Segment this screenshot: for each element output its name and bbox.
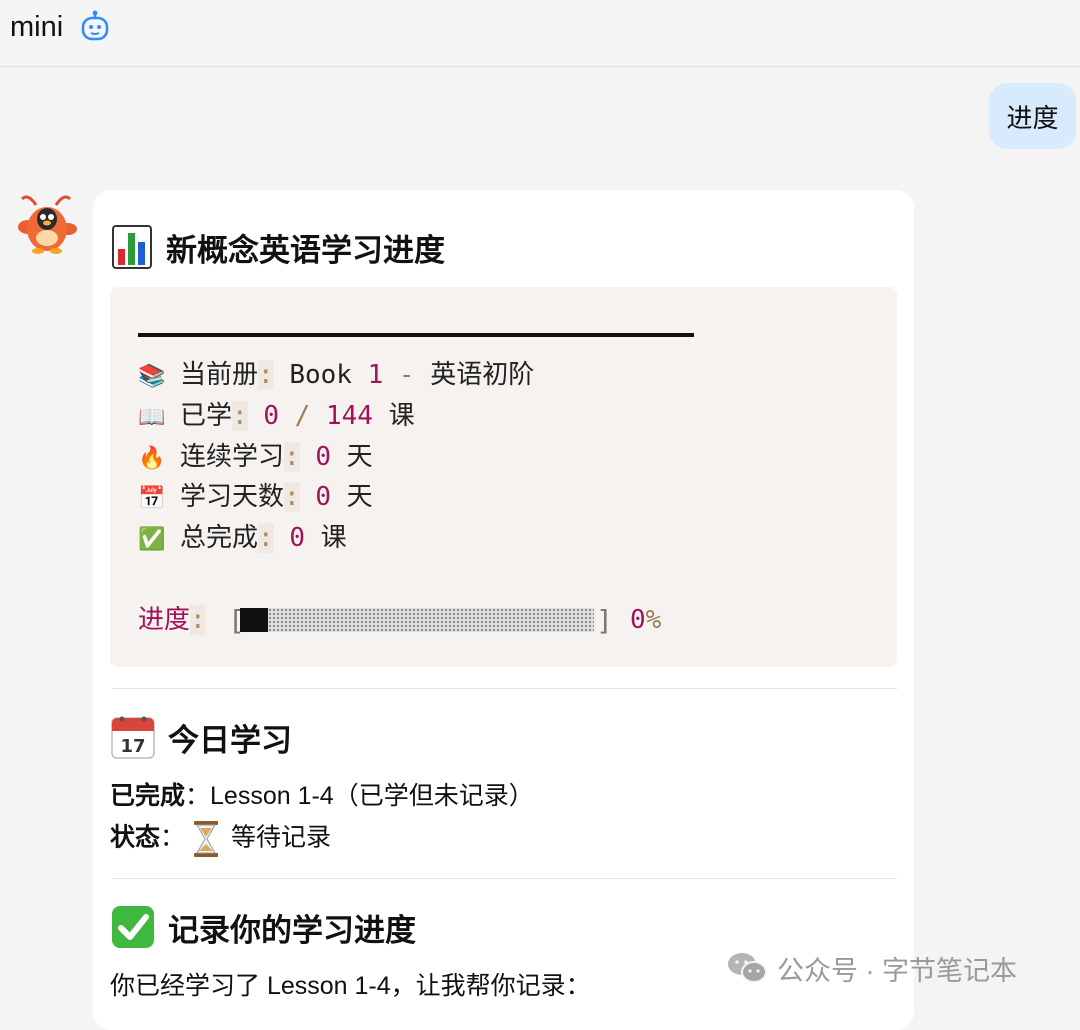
today-title-text: 今日学习	[168, 722, 292, 758]
stat-line: 📖 已学: 0 / 144 课	[138, 400, 415, 434]
stat-value-part: 课	[304, 523, 347, 553]
status-label: 状态	[110, 823, 161, 852]
stat-label: 连续学习	[180, 442, 285, 472]
progress-percent: 0%	[630, 602, 661, 638]
svg-text:17: 17	[120, 736, 145, 757]
progress-bracket-right: ]	[596, 604, 613, 637]
watermark: 公众号 · 字节笔记本	[727, 948, 1017, 988]
stat-line: 📅 学习天数: 0 天	[138, 481, 373, 515]
separator-line	[138, 333, 694, 337]
today-status-line: 状态： 等待记录	[110, 820, 331, 858]
section-divider	[112, 688, 897, 689]
progress-bar-track	[240, 608, 594, 632]
stat-label: 当前册	[180, 360, 259, 390]
robot-icon	[81, 10, 109, 41]
top-bar: mini	[0, 0, 1080, 67]
stat-label: 总完成	[180, 523, 259, 553]
stat-emoji-icon: 🔥	[138, 446, 166, 471]
progress-bar: [ ]	[228, 604, 613, 637]
user-message-bubble: 进度	[989, 83, 1076, 149]
stat-label: 学习天数	[180, 482, 285, 512]
stat-value-part: 英语初阶	[430, 360, 535, 390]
progress-percent-number: 0	[630, 605, 646, 635]
hourglass-icon	[194, 821, 219, 857]
today-section-title: 17 今日学习	[110, 712, 292, 762]
bar-chart-icon	[112, 225, 152, 269]
assistant-avatar	[18, 195, 77, 254]
progress-colon: :	[190, 605, 206, 635]
completed-label: 已完成	[110, 782, 186, 810]
stat-value-part: 1	[367, 360, 384, 390]
status-separator: ：	[160, 823, 186, 852]
status-value: 等待记录	[231, 823, 332, 852]
stat-line: 📚 当前册: Book 1 - 英语初阶	[138, 359, 534, 393]
progress-title-text: 新概念英语学习进度	[166, 232, 445, 268]
watermark-text: 公众号 · 字节笔记本	[777, 955, 1017, 986]
stat-emoji-icon: ✅	[138, 527, 166, 552]
app-title: mini	[10, 11, 64, 43]
stat-value-part: /	[278, 401, 326, 431]
stat-value-part: -	[383, 360, 431, 390]
calendar-icon: 17	[111, 716, 155, 759]
stat-colon: :	[258, 360, 274, 390]
stat-line: 🔥 连续学习: 0 天	[138, 441, 373, 475]
stat-value-part: 课	[372, 401, 415, 431]
stat-colon: :	[284, 482, 300, 512]
stat-value-part: 天	[330, 442, 373, 472]
stat-label: 已学	[180, 401, 233, 431]
stat-value-part: 0	[289, 523, 305, 553]
progress-bar-fill	[240, 608, 269, 632]
stat-value-part: 0	[315, 482, 331, 512]
progress-row: 进度: [ ] 0%	[138, 602, 661, 638]
stat-line: ✅ 总完成: 0 课	[138, 522, 347, 556]
today-completed-line: 已完成：Lesson 1-4（已学但未记录）	[110, 780, 534, 812]
stat-emoji-icon: 📖	[138, 405, 166, 430]
record-text: 你已经学习了 Lesson 1-4，让我帮你记录：	[110, 972, 591, 1000]
record-section-title: 记录你的学习进度	[110, 902, 416, 952]
stat-emoji-icon: 📅	[138, 486, 166, 511]
completed-value: ：Lesson 1-4（已学但未记录）	[185, 782, 534, 810]
stat-value-part: 0	[263, 401, 279, 431]
section-divider	[112, 878, 897, 879]
stat-value-part: 天	[330, 482, 373, 512]
progress-label: 进度	[138, 605, 191, 635]
record-title-text: 记录你的学习进度	[168, 912, 416, 948]
stat-emoji-icon: 📚	[138, 364, 166, 389]
stat-value-part: 0	[315, 442, 331, 472]
stat-colon: :	[232, 401, 248, 431]
stat-colon: :	[284, 442, 300, 472]
stat-value-part: 144	[325, 401, 373, 431]
progress-percent-sign: %	[645, 605, 662, 635]
user-message-text: 进度	[1006, 102, 1059, 133]
stat-value-part: Book	[289, 360, 368, 390]
progress-title: 新概念英语学习进度	[112, 222, 445, 272]
stat-colon: :	[258, 523, 274, 553]
check-mark-icon	[112, 906, 154, 948]
wechat-icon	[728, 953, 767, 983]
